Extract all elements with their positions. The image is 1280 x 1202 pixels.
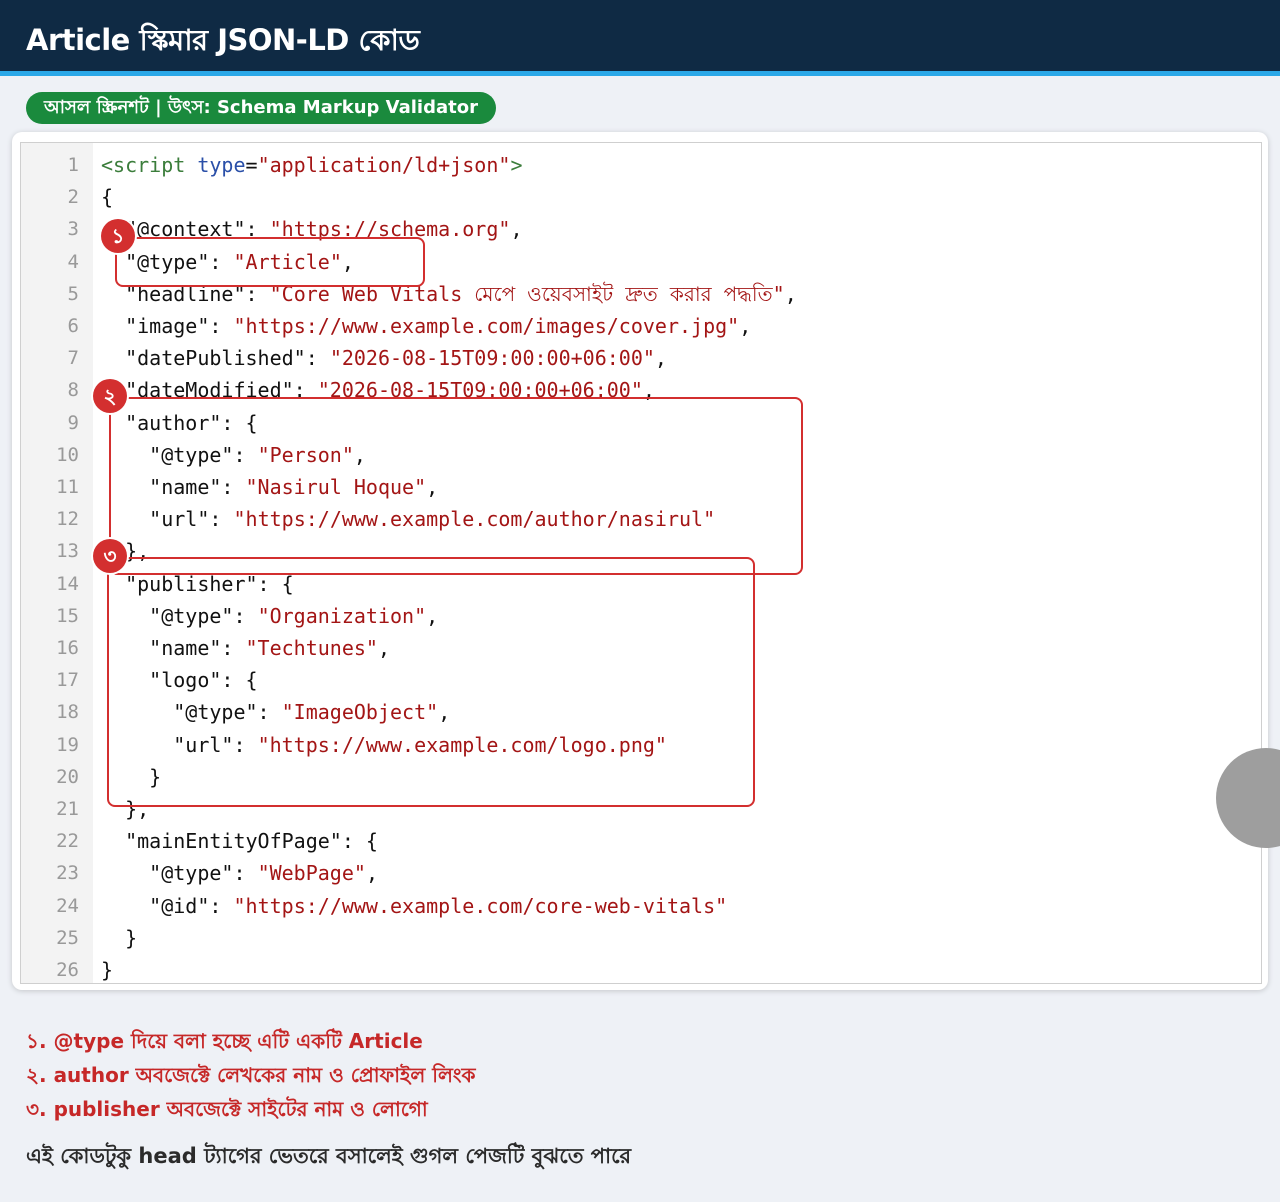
code-line: 15 "@type": "Organization", — [21, 600, 1261, 632]
line-number: 6 — [67, 315, 79, 337]
code-text: "dateModified": "2026-08-15T09:00:00+06:… — [125, 378, 655, 403]
code-line: 26} — [21, 954, 1261, 983]
code-text: "image": "https://www.example.com/images… — [125, 314, 752, 338]
code-text: "name": "Techtunes", — [149, 636, 391, 660]
code-line: 2{ — [21, 181, 1261, 213]
code-text: "logo": { — [101, 668, 258, 693]
code-line: 17 "logo": { — [21, 664, 1261, 696]
code-text: "@type": "ImageObject", — [173, 700, 451, 725]
line-number: 25 — [56, 926, 79, 949]
line-number: 4 — [67, 250, 79, 273]
code-line: 12 "url": "https://www.example.com/autho… — [21, 503, 1261, 535]
code-text: "@type": "WebPage", — [149, 861, 378, 886]
line-number: 3 — [67, 218, 79, 241]
notes-list: ১. @type দিয়ে বলা হচ্ছে এটি একটি Articl… — [26, 1024, 476, 1126]
marker-3-badge: ৩ — [93, 539, 127, 573]
marker-2-badge: ২ — [93, 379, 127, 413]
code-line: 22 "mainEntityOfPage": { — [21, 825, 1261, 857]
code-text: { — [101, 185, 114, 210]
line-number: 12 — [56, 508, 79, 531]
code-line: 21 }, — [21, 793, 1261, 825]
code-text: "@id": "https://www.example.com/core-web… — [149, 893, 728, 918]
code-line: 14 "publisher": { — [21, 568, 1261, 600]
code-line: 9 "author": { — [21, 407, 1261, 439]
code-text: } — [101, 764, 162, 789]
line-number: 10 — [56, 443, 79, 466]
code-line: 25 } — [21, 922, 1261, 954]
code-text: "publisher": { — [101, 571, 294, 596]
code-line: 11 "name": "Nasirul Hoque", — [21, 471, 1261, 503]
code-line: 18 "@type": "ImageObject", — [21, 696, 1261, 728]
code-line: 5 "headline": "Core Web Vitals মেপে ওয়ে… — [21, 278, 1261, 310]
code-text: "@context": "https://schema.org", — [125, 217, 523, 242]
line-number: 13 — [56, 540, 79, 563]
line-number: 17 — [56, 669, 79, 692]
code-editor[interactable]: 1 <script type="application/ld+json"> 2{3 … — [20, 142, 1262, 984]
line-number: 24 — [56, 894, 79, 917]
code-line: 8 "dateModified": "2026-08-15T09:00:00+0… — [21, 374, 1261, 406]
code-line: 10 "@type": "Person", — [21, 439, 1261, 471]
marker-1-badge: ১ — [101, 219, 135, 253]
line-number: 7 — [67, 347, 79, 370]
line-number: 1 — [67, 154, 79, 176]
code-text: "headline": "Core Web Vitals মেপে ওয়েবস… — [125, 281, 797, 306]
line-number: 21 — [56, 798, 79, 820]
code-line: 19 "url": "https://www.example.com/logo.… — [21, 729, 1261, 761]
line-number: 23 — [56, 862, 79, 885]
code-text: "@type": "Article", — [125, 249, 354, 274]
code-line: 1 <script type="application/ld+json"> — [21, 149, 1261, 181]
code-line: 6 "image": "https://www.example.com/imag… — [21, 310, 1261, 342]
code-text: } — [101, 958, 114, 982]
page-header: Article স্কিমার JSON-LD কোড — [0, 0, 1280, 76]
line-number: 15 — [56, 604, 79, 627]
code-line: 7 "datePublished": "2026-08-15T09:00:00+… — [21, 342, 1261, 374]
code-text: <script type="application/ld+json"> — [101, 153, 523, 177]
page-title: Article স্কিমার JSON-LD কোড — [26, 23, 420, 57]
line-number: 18 — [56, 701, 79, 724]
code-text: "name": "Nasirul Hoque", — [149, 475, 439, 499]
code-text: }, — [101, 797, 150, 821]
code-line: 24 "@id": "https://www.example.com/core-… — [21, 890, 1261, 922]
code-text: "url": "https://www.example.com/logo.png… — [173, 732, 667, 757]
line-number: 9 — [67, 411, 79, 434]
line-number: 19 — [56, 733, 79, 756]
line-number: 14 — [56, 572, 79, 595]
code-line: 16 "name": "Techtunes", — [21, 632, 1261, 664]
line-number: 8 — [67, 379, 79, 402]
code-text: "@type": "Person", — [149, 442, 366, 467]
source-badge: আসল স্ক্রিনশট | উৎস: Schema Markup Valid… — [26, 92, 496, 124]
code-text: "author": { — [101, 410, 258, 435]
line-number: 16 — [56, 637, 79, 659]
note-item: ১. @type দিয়ে বলা হচ্ছে এটি একটি Articl… — [26, 1029, 423, 1053]
code-text: "datePublished": "2026-08-15T09:00:00+06… — [125, 346, 667, 371]
code-text: "@type": "Organization", — [149, 603, 439, 628]
code-line: 4 "@type": "Article", — [21, 246, 1261, 278]
note-item: ২. author অবজেক্টে লেখকের নাম ও প্রোফাইল… — [26, 1063, 476, 1087]
line-number: 20 — [56, 765, 79, 788]
line-number: 22 — [56, 830, 79, 853]
line-number: 26 — [56, 959, 79, 981]
note-item: ৩. publisher অবজেক্টে সাইটের নাম ও লোগো — [26, 1097, 428, 1121]
summary-text: এই কোডটুকু head ট্যাগের ভেতরে বসালেই গুগ… — [26, 1144, 632, 1168]
code-text: } — [101, 925, 138, 950]
line-number: 11 — [56, 476, 79, 498]
code-line: 20 } — [21, 761, 1261, 793]
code-text: "url": "https://www.example.com/author/n… — [149, 507, 716, 532]
code-line: 23 "@type": "WebPage", — [21, 857, 1261, 889]
code-text: "mainEntityOfPage": { — [101, 829, 378, 854]
code-line: 3 "@context": "https://schema.org", — [21, 213, 1261, 245]
line-number: 2 — [67, 186, 79, 209]
code-line: 13 }, — [21, 535, 1261, 567]
line-number: 5 — [67, 282, 79, 305]
